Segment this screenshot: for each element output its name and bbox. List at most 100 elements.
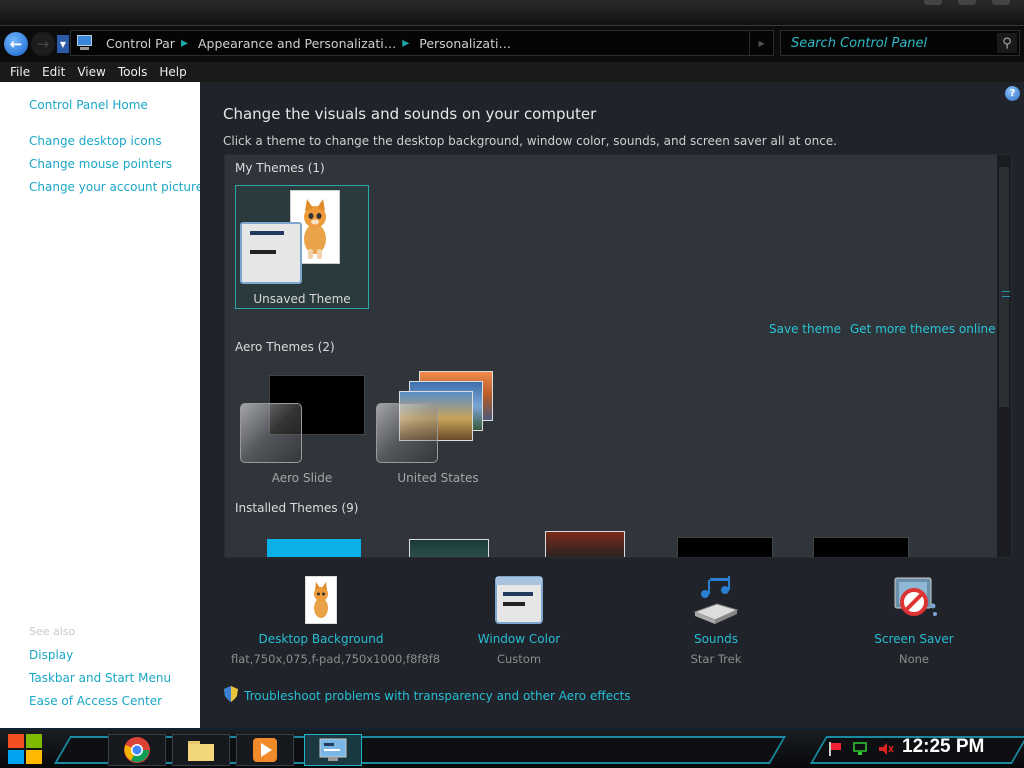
address-dropdown-button[interactable]: ▸ bbox=[749, 31, 773, 55]
aero-themes-header: Aero Themes (2) bbox=[235, 340, 335, 354]
back-button[interactable]: ← bbox=[4, 32, 28, 56]
minimize-button[interactable] bbox=[924, 0, 942, 5]
menu-bar: File Edit View Tools Help bbox=[0, 62, 1024, 82]
window-color-icon bbox=[495, 576, 543, 626]
explorer-taskbar-button[interactable] bbox=[172, 734, 230, 766]
menu-file[interactable]: File bbox=[4, 65, 36, 79]
start-button[interactable] bbox=[8, 734, 44, 766]
flag-icon[interactable] bbox=[828, 742, 842, 759]
installed-theme-thumbnail[interactable] bbox=[409, 539, 489, 557]
screen-saver-title[interactable]: Screen Saver bbox=[824, 632, 1004, 646]
glass-preview-icon bbox=[240, 403, 302, 463]
scrollbar-thumb[interactable] bbox=[999, 167, 1010, 407]
control-panel-home-link[interactable]: Control Panel Home bbox=[29, 98, 148, 112]
see-also-heading: See also bbox=[29, 625, 76, 638]
my-themes-header: My Themes (1) bbox=[235, 161, 325, 175]
breadcrumb-separator-icon[interactable]: ▸ bbox=[402, 35, 409, 51]
desktop-background-icon bbox=[304, 575, 338, 626]
change-account-picture-link[interactable]: Change your account picture bbox=[29, 180, 203, 194]
sounds-icon bbox=[691, 576, 741, 626]
search-button[interactable]: ⚲ bbox=[997, 33, 1017, 53]
control-panel-icon bbox=[74, 34, 96, 52]
theme-unsaved[interactable]: Unsaved Theme bbox=[235, 185, 369, 309]
maximize-button[interactable] bbox=[958, 0, 976, 5]
title-bar bbox=[0, 0, 1024, 26]
taskbar: 12:25 PM bbox=[0, 728, 1024, 768]
sounds-title[interactable]: Sounds bbox=[626, 632, 806, 646]
theme-united-states[interactable]: United States bbox=[371, 365, 505, 489]
theme-aero-slide[interactable]: Aero Slide bbox=[235, 365, 369, 489]
installed-theme-thumbnail[interactable] bbox=[677, 537, 773, 557]
windows-logo-icon bbox=[8, 734, 24, 748]
help-icon: ? bbox=[1009, 88, 1016, 99]
close-button[interactable] bbox=[992, 0, 1010, 5]
sidebar: Control Panel Home Change desktop icons … bbox=[0, 82, 203, 728]
menu-help[interactable]: Help bbox=[153, 65, 192, 79]
chrome-taskbar-button[interactable] bbox=[108, 734, 166, 766]
media-player-icon bbox=[253, 738, 277, 762]
change-desktop-icons-link[interactable]: Change desktop icons bbox=[29, 134, 162, 148]
theme-label: Aero Slide bbox=[271, 471, 333, 485]
desktop-background-title[interactable]: Desktop Background bbox=[231, 632, 411, 646]
system-tray bbox=[828, 742, 894, 759]
screen-saver-item[interactable]: Screen Saver None bbox=[824, 576, 1004, 666]
theme-list-scrollbar[interactable] bbox=[997, 155, 1011, 557]
menu-tools[interactable]: Tools bbox=[112, 65, 154, 79]
clock[interactable]: 12:25 PM bbox=[902, 736, 984, 758]
navigation-bar: ← → ▼ Control Par ▸ Appearance and Perso… bbox=[0, 26, 1024, 62]
media-player-taskbar-button[interactable] bbox=[236, 734, 294, 766]
troubleshoot-link[interactable]: Troubleshoot problems with transparency … bbox=[244, 689, 631, 703]
breadcrumb-appearance[interactable]: Appearance and Personalizati… bbox=[188, 36, 402, 51]
sounds-value: Star Trek bbox=[690, 652, 742, 666]
breadcrumb-control-panel[interactable]: Control Par bbox=[96, 36, 181, 51]
search-box: ⚲ bbox=[780, 30, 1020, 56]
help-button[interactable]: ? bbox=[1005, 86, 1020, 101]
change-mouse-pointers-link[interactable]: Change mouse pointers bbox=[29, 157, 172, 171]
search-input[interactable] bbox=[781, 31, 995, 55]
window-color-item[interactable]: Window Color Custom bbox=[429, 576, 609, 666]
page-subtitle: Click a theme to change the desktop back… bbox=[223, 134, 837, 148]
main-panel: ? Change the visuals and sounds on your … bbox=[200, 82, 1024, 728]
save-theme-link[interactable]: Save theme bbox=[769, 322, 841, 336]
troubleshoot-row: Troubleshoot problems with transparency … bbox=[224, 686, 631, 705]
folder-icon bbox=[188, 741, 214, 761]
desktop-background-value: flat,750x,075,f-pad,750x1000,f8f8f8 bbox=[231, 652, 441, 666]
personalization-icon bbox=[319, 738, 347, 761]
display-link[interactable]: Display bbox=[29, 648, 73, 662]
chevron-down-icon: ▼ bbox=[59, 39, 67, 49]
breadcrumb-personalization[interactable]: Personalizati… bbox=[409, 36, 517, 51]
search-icon: ⚲ bbox=[1002, 35, 1012, 51]
chevron-icon: ▸ bbox=[758, 36, 765, 50]
breadcrumb-separator-icon[interactable]: ▸ bbox=[181, 35, 188, 51]
screen-saver-value: None bbox=[898, 652, 929, 666]
control-panel-taskbar-button[interactable] bbox=[304, 734, 362, 766]
recent-pages-button[interactable]: ▼ bbox=[57, 35, 69, 53]
shield-icon bbox=[224, 686, 238, 705]
volume-muted-icon[interactable] bbox=[878, 742, 894, 759]
get-more-themes-link[interactable]: Get more themes online bbox=[850, 322, 996, 336]
glass-preview-icon bbox=[376, 403, 438, 463]
installed-theme-thumbnail[interactable] bbox=[545, 531, 625, 557]
window-color-preview-icon bbox=[240, 222, 302, 284]
chrome-icon bbox=[124, 737, 150, 763]
theme-list[interactable]: My Themes (1) Unsaved Theme Save theme G… bbox=[224, 154, 1012, 558]
window-color-value: Custom bbox=[496, 652, 542, 666]
window-color-title[interactable]: Window Color bbox=[429, 632, 609, 646]
back-arrow-icon: ← bbox=[9, 35, 23, 53]
ease-of-access-link[interactable]: Ease of Access Center bbox=[29, 694, 162, 708]
theme-label: Unsaved Theme bbox=[253, 292, 351, 306]
forward-arrow-icon: → bbox=[36, 35, 50, 53]
taskbar-start-menu-link[interactable]: Taskbar and Start Menu bbox=[29, 671, 171, 685]
sounds-item[interactable]: Sounds Star Trek bbox=[626, 576, 806, 666]
forward-button[interactable]: → bbox=[31, 32, 55, 56]
desktop-background-item[interactable]: Desktop Background flat,750x,075,f-pad,7… bbox=[231, 575, 441, 666]
theme-label: United States bbox=[397, 471, 479, 485]
menu-view[interactable]: View bbox=[71, 65, 111, 79]
installed-theme-thumbnail[interactable] bbox=[813, 537, 909, 557]
network-icon[interactable] bbox=[852, 742, 868, 759]
screen-saver-icon bbox=[889, 576, 939, 626]
page-title: Change the visuals and sounds on your co… bbox=[223, 105, 597, 123]
address-bar[interactable]: Control Par ▸ Appearance and Personaliza… bbox=[70, 30, 774, 56]
menu-edit[interactable]: Edit bbox=[36, 65, 71, 79]
installed-theme-thumbnail[interactable] bbox=[267, 539, 361, 557]
